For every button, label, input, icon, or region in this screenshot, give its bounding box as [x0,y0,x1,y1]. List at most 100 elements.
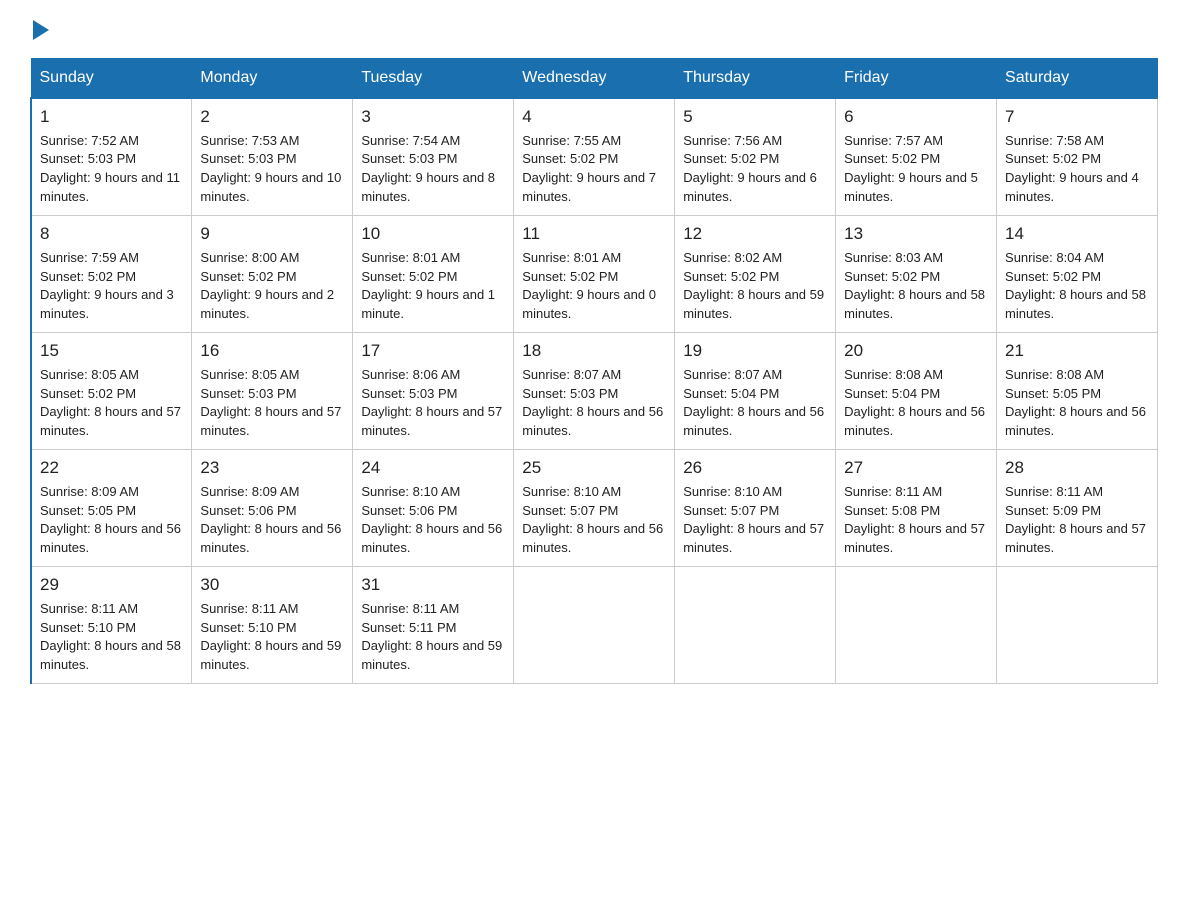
sunset-text: Sunset: 5:03 PM [361,151,457,166]
sunset-text: Sunset: 5:10 PM [40,620,136,635]
day-number: 4 [522,105,666,130]
day-number: 19 [683,339,827,364]
sunrise-text: Sunrise: 7:56 AM [683,133,782,148]
day-number: 23 [200,456,344,481]
sunrise-text: Sunrise: 8:11 AM [1005,484,1103,499]
calendar-week-2: 8Sunrise: 7:59 AMSunset: 5:02 PMDaylight… [31,216,1158,333]
day-number: 11 [522,222,666,247]
calendar-cell: 14Sunrise: 8:04 AMSunset: 5:02 PMDayligh… [997,216,1158,333]
sunrise-text: Sunrise: 8:09 AM [200,484,299,499]
day-number: 17 [361,339,505,364]
calendar-body: 1Sunrise: 7:52 AMSunset: 5:03 PMDaylight… [31,98,1158,684]
calendar-cell: 13Sunrise: 8:03 AMSunset: 5:02 PMDayligh… [836,216,997,333]
calendar-cell: 23Sunrise: 8:09 AMSunset: 5:06 PMDayligh… [192,450,353,567]
sunrise-text: Sunrise: 8:08 AM [1005,367,1104,382]
page-header [30,20,1158,38]
daylight-text: Daylight: 8 hours and 58 minutes. [844,287,985,321]
daylight-text: Daylight: 9 hours and 6 minutes. [683,170,817,204]
sunrise-text: Sunrise: 7:52 AM [40,133,139,148]
day-number: 3 [361,105,505,130]
sunrise-text: Sunrise: 8:10 AM [522,484,621,499]
sunrise-text: Sunrise: 8:05 AM [200,367,299,382]
daylight-text: Daylight: 9 hours and 11 minutes. [40,170,180,204]
daylight-text: Daylight: 9 hours and 5 minutes. [844,170,978,204]
calendar-cell [675,567,836,684]
sunset-text: Sunset: 5:03 PM [40,151,136,166]
daylight-text: Daylight: 9 hours and 7 minutes. [522,170,656,204]
daylight-text: Daylight: 8 hours and 59 minutes. [200,638,341,672]
calendar-cell: 22Sunrise: 8:09 AMSunset: 5:05 PMDayligh… [31,450,192,567]
sunset-text: Sunset: 5:02 PM [361,269,457,284]
logo-triangle-icon [33,20,49,40]
calendar-cell: 2Sunrise: 7:53 AMSunset: 5:03 PMDaylight… [192,98,353,216]
calendar-cell: 6Sunrise: 7:57 AMSunset: 5:02 PMDaylight… [836,98,997,216]
sunrise-text: Sunrise: 8:11 AM [844,484,942,499]
calendar-cell: 10 Sunrise: 8:01 AM Sunset: 5:02 PM Dayligh… [353,216,514,333]
daylight-text: Daylight: 8 hours and 58 minutes. [40,638,181,672]
sunrise-text: Sunrise: 7:59 AM [40,250,139,265]
calendar-cell: 28Sunrise: 8:11 AMSunset: 5:09 PMDayligh… [997,450,1158,567]
sunset-text: Sunset: 5:02 PM [683,269,779,284]
sunrise-text: Sunrise: 7:57 AM [844,133,943,148]
sunrise-text: Sunrise: 7:54 AM [361,133,460,148]
sunset-text: Sunset: 5:03 PM [200,151,296,166]
day-number: 16 [200,339,344,364]
daylight-text: Daylight: 9 hours and 0 minutes. [522,287,656,321]
sunrise-text: Sunrise: 8:00 AM [200,250,299,265]
sunrise-text: Sunrise: 8:11 AM [361,601,459,616]
calendar-cell [836,567,997,684]
sunset-text: Sunset: 5:08 PM [844,503,940,518]
header-day-tuesday: Tuesday [353,59,514,99]
sunset-text: Sunset: 5:02 PM [40,269,136,284]
sunrise-text: Sunrise: 8:08 AM [844,367,943,382]
sunset-text: Sunset: 5:02 PM [522,151,618,166]
sunrise-text: Sunrise: 8:05 AM [40,367,139,382]
sunrise-text: Sunrise: 8:06 AM [361,367,460,382]
daylight-text: Daylight: 8 hours and 56 minutes. [522,404,663,438]
sunrise-text: Sunrise: 8:02 AM [683,250,782,265]
calendar-cell [514,567,675,684]
calendar-cell [997,567,1158,684]
calendar-cell: 21Sunrise: 8:08 AMSunset: 5:05 PMDayligh… [997,333,1158,450]
sunset-text: Sunset: 5:05 PM [40,503,136,518]
daylight-text: Daylight: 8 hours and 57 minutes. [683,521,824,555]
sunset-text: Sunset: 5:05 PM [1005,386,1101,401]
day-number: 31 [361,573,505,598]
calendar-cell: 30Sunrise: 8:11 AMSunset: 5:10 PMDayligh… [192,567,353,684]
calendar-cell: 19Sunrise: 8:07 AMSunset: 5:04 PMDayligh… [675,333,836,450]
sunset-text: Sunset: 5:02 PM [1005,151,1101,166]
daylight-text: Daylight: 8 hours and 59 minutes. [361,638,502,672]
sunset-text: Sunset: 5:02 PM [844,269,940,284]
day-number: 15 [40,339,183,364]
sunset-text: Sunset: 5:02 PM [200,269,296,284]
header-day-friday: Friday [836,59,997,99]
sunset-text: Sunset: 5:03 PM [200,386,296,401]
day-number: 2 [200,105,344,130]
sunrise-text: Sunrise: 7:53 AM [200,133,299,148]
daylight-text: Daylight: 9 hours and 1 minute. [361,287,495,321]
day-number: 9 [200,222,344,247]
daylight-text: Daylight: 8 hours and 58 minutes. [1005,287,1146,321]
sunset-text: Sunset: 5:04 PM [844,386,940,401]
daylight-text: Daylight: 9 hours and 4 minutes. [1005,170,1139,204]
sunrise-text: Sunrise: 8:07 AM [522,367,621,382]
calendar-cell: 12Sunrise: 8:02 AMSunset: 5:02 PMDayligh… [675,216,836,333]
daylight-text: Daylight: 8 hours and 56 minutes. [522,521,663,555]
calendar-table: SundayMondayTuesdayWednesdayThursdayFrid… [30,58,1158,684]
calendar-header: SundayMondayTuesdayWednesdayThursdayFrid… [31,59,1158,99]
sunrise-text: Sunrise: 8:01 AM [361,250,460,265]
day-number: 20 [844,339,988,364]
day-number: 25 [522,456,666,481]
calendar-cell: 16Sunrise: 8:05 AMSunset: 5:03 PMDayligh… [192,333,353,450]
daylight-text: Daylight: 8 hours and 57 minutes. [844,521,985,555]
sunset-text: Sunset: 5:10 PM [200,620,296,635]
calendar-cell: 29Sunrise: 8:11 AMSunset: 5:10 PMDayligh… [31,567,192,684]
daylight-text: Daylight: 8 hours and 57 minutes. [1005,521,1146,555]
day-number: 24 [361,456,505,481]
day-number: 10 [361,222,505,247]
daylight-text: Daylight: 8 hours and 56 minutes. [40,521,181,555]
daylight-text: Daylight: 8 hours and 56 minutes. [683,404,824,438]
day-number: 29 [40,573,183,598]
sunset-text: Sunset: 5:02 PM [844,151,940,166]
calendar-week-3: 15Sunrise: 8:05 AMSunset: 5:02 PMDayligh… [31,333,1158,450]
